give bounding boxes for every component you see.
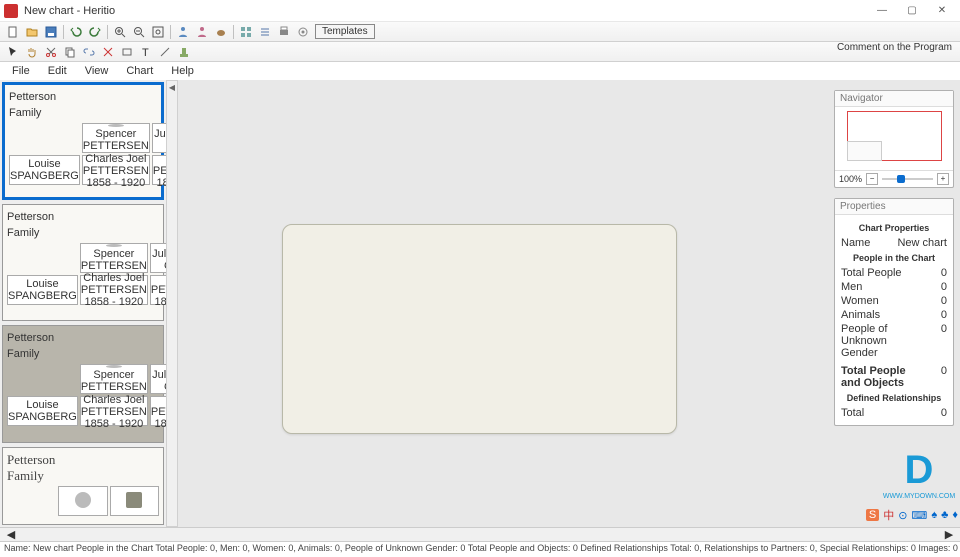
scroll-right-icon[interactable]: ▶ [942,528,956,541]
undo-icon[interactable] [67,24,85,40]
scroll-left-icon[interactable]: ◀ [4,528,18,541]
thumb1-subtitle: Family [9,107,41,119]
new-icon[interactable] [4,24,22,40]
redo-icon[interactable] [86,24,104,40]
list-icon[interactable] [256,24,274,40]
zoomfit-icon[interactable] [149,24,167,40]
save-icon[interactable] [42,24,60,40]
template-thumb-3[interactable]: PettersonFamily Spencer PETTERSEN Julie … [2,325,164,443]
svg-text:T: T [142,47,149,58]
person-male-icon[interactable] [174,24,192,40]
properties-panel: Properties Chart Properties NameNew char… [834,198,954,426]
status-bar: Name: New chart People in the Chart Tota… [0,541,960,557]
navigator-viewport[interactable] [839,111,949,166]
template-thumb-2[interactable]: PettersonFamily Spencer PETTERSEN Julie … [2,204,164,322]
print-icon[interactable] [275,24,293,40]
tool-unlink-icon[interactable] [99,44,117,60]
tool-hand-icon[interactable] [23,44,41,60]
zoomin-icon[interactable] [111,24,129,40]
main-area: PettersonFamily Spencer PETTERSEN Julie … [0,80,960,527]
menu-chart[interactable]: Chart [118,64,161,78]
chart-canvas[interactable] [282,224,677,434]
app-icon [4,4,18,18]
tray-s-icon[interactable]: S [866,509,879,521]
template-thumbnails[interactable]: PettersonFamily Spencer PETTERSEN Julie … [0,80,166,527]
toolbar-row-1: Templates [0,22,960,42]
canvas-area[interactable]: Navigator 100% − + Properties Chart Prop… [178,80,960,527]
props-people-section: People in the Chart [841,253,947,263]
menu-bar: File Edit View Chart Help [0,62,960,80]
menu-view[interactable]: View [77,64,117,78]
zoom-slider[interactable] [882,178,933,180]
menu-help[interactable]: Help [163,64,202,78]
tool-line-icon[interactable] [156,44,174,60]
prop-name-value: New chart [897,237,947,249]
tool-rect-icon[interactable] [118,44,136,60]
window-buttons: — ▢ ✕ [868,2,956,20]
tool-copy-icon[interactable] [61,44,79,60]
settings-icon[interactable] [294,24,312,40]
title-bar: New chart - Heritio — ▢ ✕ [0,0,960,22]
collapse-thumbnails-button[interactable]: ◀ [166,80,178,527]
template-thumb-4[interactable]: PettersonFamily [2,447,164,525]
toolbar-row-2: T [0,42,960,62]
tool-select-icon[interactable] [4,44,22,60]
tray-kb-icon[interactable]: ⌨ [911,509,927,522]
animal-icon[interactable] [212,24,230,40]
props-rel-section: Defined Relationships [841,393,947,403]
tray-c-icon[interactable]: ♦ [952,509,958,521]
tray-circle-icon[interactable]: ⊙ [898,509,907,522]
menu-edit[interactable]: Edit [40,64,75,78]
window-title: New chart - Heritio [24,5,868,17]
person-female-icon[interactable] [193,24,211,40]
tool-cut-icon[interactable] [42,44,60,60]
properties-title: Properties [835,199,953,215]
close-button[interactable]: ✕ [928,2,956,20]
navigator-panel: Navigator 100% − + [834,90,954,188]
open-icon[interactable] [23,24,41,40]
template-thumb-1[interactable]: PettersonFamily Spencer PETTERSEN Julie … [2,82,164,200]
tool-link-icon[interactable] [80,44,98,60]
system-tray: S 中 ⊙ ⌨ ♠ ♣ ♦ [866,507,958,523]
tray-a-icon[interactable]: ♠ [931,509,937,521]
props-chart-section: Chart Properties [841,223,947,233]
zoomout-icon[interactable] [130,24,148,40]
menu-file[interactable]: File [4,64,38,78]
navigator-title: Navigator [835,91,953,107]
h-scrollbar[interactable]: ◀ ▶ [0,527,960,541]
tool-stamp-icon[interactable] [175,44,193,60]
templates-button[interactable]: Templates [315,24,375,39]
tool-text-icon[interactable]: T [137,44,155,60]
maximize-button[interactable]: ▢ [898,2,926,20]
zoom-value: 100% [839,174,862,184]
grid-icon[interactable] [237,24,255,40]
zoom-out-button[interactable]: − [866,173,878,185]
comment-link[interactable]: Comment on the Program [837,42,952,53]
minimize-button[interactable]: — [868,2,896,20]
tray-cn-icon[interactable]: 中 [883,507,894,523]
tray-b-icon[interactable]: ♣ [941,509,948,521]
zoom-in-button[interactable]: + [937,173,949,185]
thumb1-title: Petterson [9,91,56,103]
